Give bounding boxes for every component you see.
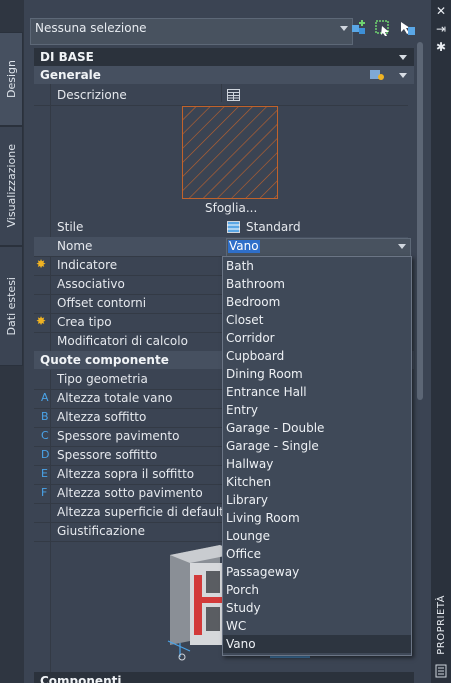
label-giustificazione: Giustificazione bbox=[57, 524, 146, 538]
autohide-icon[interactable]: ⇥ bbox=[434, 22, 448, 36]
dropdown-option[interactable]: Cupboard bbox=[223, 347, 411, 365]
label-associativo: Associativo bbox=[57, 277, 125, 291]
label-nome: Nome bbox=[57, 239, 93, 253]
label-indicatore: Indicatore bbox=[57, 258, 118, 272]
table-icon[interactable] bbox=[227, 89, 240, 101]
dropdown-option[interactable]: Entrance Hall bbox=[223, 383, 411, 401]
tab-dati-estesi-label: Dati estesi bbox=[4, 276, 18, 336]
label-spessore-pavimento: Spessore pavimento bbox=[57, 429, 180, 443]
dropdown-option[interactable]: Bathroom bbox=[223, 275, 411, 293]
section-componenti[interactable]: Componenti bbox=[34, 672, 414, 683]
dropdown-option[interactable]: Lounge bbox=[223, 527, 411, 545]
name-combobox[interactable]: Vano bbox=[226, 238, 411, 257]
label-modificatori: Modificatori di calcolo bbox=[57, 334, 188, 348]
dropdown-option[interactable]: Library bbox=[223, 491, 411, 509]
section-generale-label: Generale bbox=[40, 68, 101, 82]
dimension-key: D bbox=[41, 448, 50, 461]
section-quote-label: Quote componente bbox=[40, 353, 169, 367]
dropdown-option[interactable]: Office bbox=[223, 545, 411, 563]
style-preview-image bbox=[182, 106, 278, 199]
name-dropdown-list[interactable]: Bath Bathroom Bedroom Closet Corridor Cupboar… bbox=[222, 256, 412, 656]
browse-link[interactable]: Sfoglia... bbox=[205, 201, 257, 215]
tab-visualizzazione-label: Visualizzazione bbox=[4, 144, 18, 228]
label-altezza-soffitto: Altezza soffitto bbox=[57, 410, 147, 424]
row-descrizione: Descrizione bbox=[34, 86, 408, 106]
dropdown-option[interactable]: Dining Room bbox=[223, 365, 411, 383]
dropdown-option[interactable]: Garage - Double bbox=[223, 419, 411, 437]
chevron-down-icon[interactable] bbox=[398, 244, 406, 249]
section-componenti-label: Componenti bbox=[40, 674, 122, 683]
toggle-pickadd-icon[interactable] bbox=[398, 19, 416, 37]
dropdown-option[interactable]: Bedroom bbox=[223, 293, 411, 311]
dropdown-option[interactable]: Garage - Single bbox=[223, 437, 411, 455]
select-objects-icon[interactable] bbox=[374, 19, 392, 37]
dimension-key: E bbox=[41, 467, 48, 480]
dropdown-option[interactable]: Vano bbox=[223, 635, 411, 653]
palette-title-label: PROPRIETÀ bbox=[435, 595, 447, 655]
row-stile[interactable]: Stile Standard bbox=[34, 218, 408, 238]
dropdown-option[interactable]: Passageway bbox=[223, 563, 411, 581]
label-tipo-geometria: Tipo geometria bbox=[57, 372, 148, 386]
tab-dati-estesi[interactable]: Dati estesi bbox=[0, 246, 23, 366]
dropdown-option[interactable]: Corridor bbox=[223, 329, 411, 347]
label-altezza-superficie: Altezza superficie di default bbox=[57, 505, 224, 519]
section-di-base[interactable]: DI BASE bbox=[34, 48, 414, 66]
options-icon[interactable]: ✱ bbox=[434, 40, 448, 54]
scrollbar-thumb[interactable] bbox=[417, 42, 423, 400]
dropdown-option[interactable]: Hallway bbox=[223, 455, 411, 473]
palette-title: PROPRIETÀ bbox=[431, 595, 451, 655]
dropdown-option[interactable]: Kitchen bbox=[223, 473, 411, 491]
palette-titlebar: ✕ ⇥ ✱ PROPRIETÀ bbox=[431, 0, 451, 683]
chevron-down-icon bbox=[399, 55, 407, 60]
tab-visualizzazione[interactable]: Visualizzazione bbox=[0, 126, 23, 246]
label-crea-tipo: Crea tipo bbox=[57, 315, 112, 329]
chevron-down-icon bbox=[340, 26, 348, 31]
label-descrizione: Descrizione bbox=[57, 88, 127, 102]
name-input-selected-text[interactable]: Vano bbox=[228, 240, 260, 253]
label-stile: Stile bbox=[57, 220, 84, 234]
scrollbar[interactable] bbox=[416, 42, 424, 677]
tab-design[interactable]: Design bbox=[0, 32, 23, 126]
chevron-down-icon bbox=[399, 73, 407, 78]
selection-dropdown[interactable]: Nessuna selezione bbox=[30, 18, 353, 45]
selection-value: Nessuna selezione bbox=[35, 21, 147, 35]
star-icon: ✸ bbox=[36, 314, 47, 328]
tab-design-label: Design bbox=[4, 60, 18, 98]
dimension-key: F bbox=[41, 486, 48, 499]
value-stile: Standard bbox=[246, 220, 301, 234]
section-di-base-label: DI BASE bbox=[40, 50, 94, 64]
label-altezza-totale-vano: Altezza totale vano bbox=[57, 391, 173, 405]
star-icon: ✸ bbox=[36, 257, 47, 271]
dropdown-option[interactable]: Study bbox=[223, 599, 411, 617]
dropdown-option[interactable]: Bath bbox=[223, 257, 411, 275]
label-spessore-soffitto: Spessore soffitto bbox=[57, 448, 158, 462]
label-altezza-sotto-pavimento: Altezza sotto pavimento bbox=[57, 486, 203, 500]
dimension-key: C bbox=[41, 429, 49, 442]
dropdown-option[interactable]: Living Room bbox=[223, 509, 411, 527]
close-icon[interactable]: ✕ bbox=[434, 4, 448, 18]
dimension-key: A bbox=[41, 391, 49, 404]
style-icon[interactable] bbox=[369, 68, 385, 82]
section-generale[interactable]: Generale bbox=[34, 66, 414, 84]
dropdown-option[interactable]: Entry bbox=[223, 401, 411, 419]
dropdown-option[interactable]: WC bbox=[223, 617, 411, 635]
dropdown-option[interactable]: Closet bbox=[223, 311, 411, 329]
label-offset-contorni: Offset contorni bbox=[57, 296, 147, 310]
label-altezza-sopra-soffitto: Altezza sopra il soffitto bbox=[57, 467, 195, 481]
quick-select-icon[interactable] bbox=[350, 19, 368, 37]
style-table-icon bbox=[227, 221, 240, 233]
properties-icon bbox=[435, 664, 447, 678]
dimension-key: B bbox=[41, 410, 49, 423]
dropdown-option[interactable]: Porch bbox=[223, 581, 411, 599]
